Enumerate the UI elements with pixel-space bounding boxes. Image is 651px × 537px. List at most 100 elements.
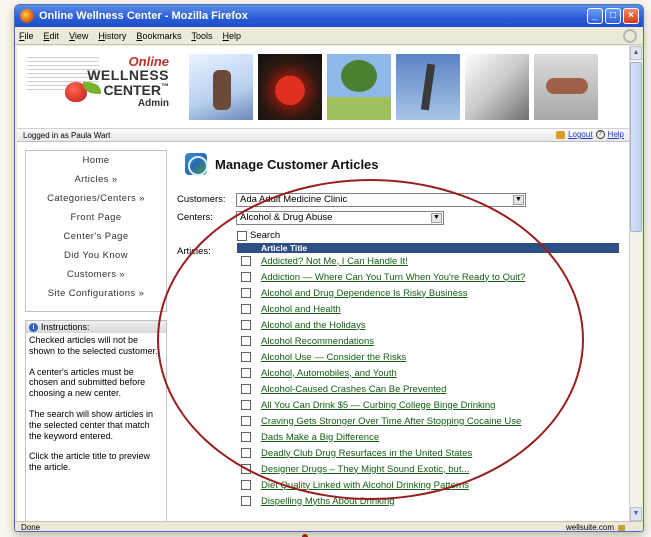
help-link[interactable]: Help xyxy=(608,130,624,139)
article-checkbox[interactable] xyxy=(241,464,251,474)
table-row: Addiction — Where Can You Turn When You'… xyxy=(237,269,619,285)
scroll-down-icon[interactable]: ▼ xyxy=(630,507,642,521)
scroll-up-icon[interactable]: ▲ xyxy=(630,46,642,60)
article-link[interactable]: Dads Make a Big Difference xyxy=(261,432,379,443)
sidebar-item-did-you-know[interactable]: Did You Know xyxy=(26,246,166,265)
instruction-text: Checked articles will not be shown to th… xyxy=(29,335,158,356)
article-checkbox[interactable] xyxy=(241,480,251,490)
table-row: Diet Quality Linked with Alcohol Drinkin… xyxy=(237,477,619,493)
instructions-panel: i Instructions: Checked articles will no… xyxy=(25,320,167,521)
status-domain: wellsuite.com xyxy=(565,523,625,532)
sidebar-item-customers[interactable]: Customers » xyxy=(26,265,166,284)
table-row: Alcohol-Caused Crashes Can Be Prevented xyxy=(237,381,619,397)
menu-help[interactable]: Help xyxy=(222,31,241,41)
photo-stretching xyxy=(396,54,460,120)
centers-label: Centers: xyxy=(177,212,213,223)
article-link[interactable]: Diet Quality Linked with Alcohol Drinkin… xyxy=(261,480,469,491)
help-icon[interactable]: ? xyxy=(595,130,605,139)
article-checkbox[interactable] xyxy=(241,496,251,506)
customers-label: Customers: xyxy=(177,194,226,205)
article-checkbox[interactable] xyxy=(241,400,251,410)
search-checkbox[interactable] xyxy=(237,230,247,241)
sidebar-item-articles[interactable]: Articles » xyxy=(26,170,166,189)
logged-in-text: Logged in as Paula Wart xyxy=(23,131,111,140)
article-checkbox[interactable] xyxy=(241,432,251,442)
article-link[interactable]: Alcohol Recommendations xyxy=(261,336,374,347)
status-domain-text: wellsuite.com xyxy=(565,523,614,532)
article-link[interactable]: Alcohol and Drug Dependence Is Risky Bus… xyxy=(261,288,467,299)
chevron-down-icon[interactable]: ▼ xyxy=(513,195,524,205)
header-photos xyxy=(189,54,603,120)
centers-select[interactable]: Alcohol & Drug Abuse ▼ xyxy=(236,211,444,225)
article-link[interactable]: Addiction — Where Can You Turn When You'… xyxy=(261,272,525,283)
instruction-text: A center's articles must be chosen and s… xyxy=(29,366,146,399)
article-link[interactable]: Alcohol, Automobiles, and Youth xyxy=(261,368,397,379)
status-text: Done xyxy=(21,523,41,532)
instruction-text: Click the article title to preview the a… xyxy=(29,451,151,473)
menu-file[interactable]: File xyxy=(19,31,34,41)
maximize-button[interactable]: □ xyxy=(605,8,621,24)
search-label: Search xyxy=(250,230,281,241)
logo-line3: CENTER™ xyxy=(103,82,169,98)
sidebar-item-centers-page[interactable]: Center's Page xyxy=(26,227,166,246)
instruction-text: The search will show articles in the sel… xyxy=(29,408,154,441)
article-checkbox[interactable] xyxy=(241,256,251,266)
throbber-icon xyxy=(623,29,637,43)
sidebar-item-front-page[interactable]: Front Page xyxy=(26,208,166,227)
table-row: Deadly Club Drug Resurfaces in the Unite… xyxy=(237,445,619,461)
article-link[interactable]: Deadly Club Drug Resurfaces in the Unite… xyxy=(261,448,472,459)
article-link[interactable]: Dispelling Myths About Drinking xyxy=(261,496,395,507)
chevron-down-icon[interactable]: ▼ xyxy=(431,213,442,223)
article-link[interactable]: Alcohol-Caused Crashes Can Be Prevented xyxy=(261,384,446,395)
article-checkbox[interactable] xyxy=(241,320,251,330)
info-icon: i xyxy=(29,322,38,332)
firefox-icon xyxy=(20,9,34,23)
browser-window: Online Wellness Center - Mozilla Firefox… xyxy=(14,4,644,532)
logout-link[interactable]: Logout xyxy=(568,130,592,139)
article-checkbox[interactable] xyxy=(241,368,251,378)
search-option[interactable]: Search xyxy=(237,230,280,241)
page-title: Manage Customer Articles xyxy=(185,153,379,176)
menu-tools[interactable]: Tools xyxy=(191,31,212,41)
articles-table: Article Title Addicted? Not Me, I Can Ha… xyxy=(237,243,619,509)
photo-drinking-water xyxy=(189,54,253,120)
logo-line2: WELLNESS xyxy=(87,67,169,83)
menu-bookmarks[interactable]: Bookmarks xyxy=(136,31,181,41)
site-logo[interactable]: Online WELLNESS CENTER™ Admin xyxy=(27,52,177,128)
article-checkbox[interactable] xyxy=(241,448,251,458)
sidebar-item-home[interactable]: Home xyxy=(26,151,166,170)
article-checkbox[interactable] xyxy=(241,288,251,298)
article-link[interactable]: Alcohol and Health xyxy=(261,304,341,315)
minimize-button[interactable]: _ xyxy=(587,8,603,24)
article-link[interactable]: Alcohol Use — Consider the Risks xyxy=(261,352,406,363)
scroll-thumb[interactable] xyxy=(630,62,642,232)
key-icon xyxy=(556,130,566,139)
close-button[interactable]: × xyxy=(623,8,639,24)
globe-icon xyxy=(185,153,208,176)
article-checkbox[interactable] xyxy=(241,384,251,394)
title-bar[interactable]: Online Wellness Center - Mozilla Firefox… xyxy=(15,5,643,27)
customers-select[interactable]: Ada Adult Medicine Clinic ▼ xyxy=(236,193,526,207)
article-checkbox[interactable] xyxy=(241,352,251,362)
article-checkbox[interactable] xyxy=(241,336,251,346)
table-row: Designer Drugs – They Might Sound Exotic… xyxy=(237,461,619,477)
menu-edit[interactable]: Edit xyxy=(44,31,60,41)
sidebar-item-site-configurations[interactable]: Site Configurations » xyxy=(26,284,166,303)
article-link[interactable]: Alcohol and the Holidays xyxy=(261,320,366,331)
article-checkbox[interactable] xyxy=(241,272,251,282)
logo-line3-text: CENTER xyxy=(103,82,161,98)
article-link[interactable]: Craving Gets Stronger Over Time After St… xyxy=(261,416,521,427)
article-link[interactable]: Addicted? Not Me, I Can Handle It! xyxy=(261,256,408,267)
article-checkbox[interactable] xyxy=(241,304,251,314)
article-link[interactable]: Designer Drugs – They Might Sound Exotic… xyxy=(261,464,469,475)
article-checkbox[interactable] xyxy=(241,416,251,426)
article-link[interactable]: All You Can Drink $5 — Curbing College B… xyxy=(261,400,495,411)
vertical-scrollbar[interactable]: ▲ ▼ xyxy=(629,46,642,521)
table-row: All You Can Drink $5 — Curbing College B… xyxy=(237,397,619,413)
menu-view[interactable]: View xyxy=(69,31,88,41)
table-row: Alcohol and Health xyxy=(237,301,619,317)
sidebar-item-categories-centers[interactable]: Categories/Centers » xyxy=(26,189,166,208)
instructions-body: Checked articles will not be shown to th… xyxy=(26,333,166,485)
menu-history[interactable]: History xyxy=(98,31,126,41)
page-viewport: Online WELLNESS CENTER™ Admin Logged in … xyxy=(17,46,630,521)
